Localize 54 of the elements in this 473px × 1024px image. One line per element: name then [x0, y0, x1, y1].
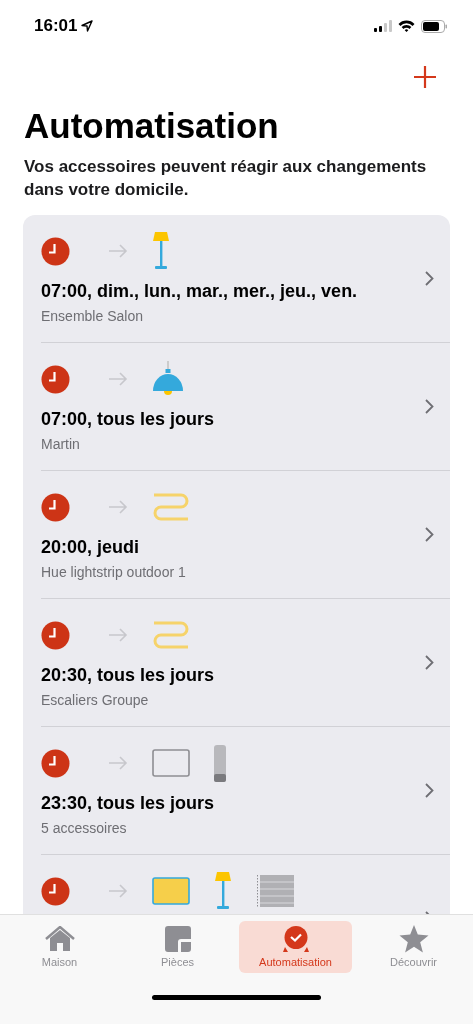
signal-icon: [374, 20, 392, 32]
clock-icon: [41, 620, 70, 650]
automation-row[interactable]: 07:00, tous les jours Martin: [23, 343, 450, 470]
add-button[interactable]: [413, 65, 437, 89]
clock-icon: [41, 364, 70, 394]
automation-row[interactable]: 23:30, tous les jours 5 accessoires: [23, 727, 450, 854]
wifi-icon: [398, 20, 415, 32]
clock-icon: [41, 236, 70, 266]
battery-icon: [421, 19, 448, 33]
automation-accessory: Hue lightstrip outdoor 1: [41, 563, 187, 581]
automation-title: 20:30, tous les jours: [41, 664, 216, 687]
blinds-icon: [256, 874, 294, 908]
star-icon: [398, 925, 429, 953]
automation-title: 20:00, jeudi: [41, 536, 141, 559]
location-icon: [81, 20, 94, 32]
automation-row[interactable]: 20:30, tous les jours Escaliers Groupe: [23, 599, 450, 726]
chevron-icon: [425, 399, 434, 414]
page-title: Automatisation: [23, 105, 280, 147]
arrow-icon: [108, 628, 128, 642]
panel-icon: [152, 877, 190, 905]
clock-icon: [41, 748, 70, 778]
house-icon: [44, 926, 75, 952]
floor-lamp-icon: [152, 232, 170, 270]
automation-row[interactable]: 20:00, jeudi Hue lightstrip outdoor 1: [23, 471, 450, 598]
arrow-icon: [108, 244, 128, 258]
arrow-icon: [108, 756, 128, 770]
page-description: Vos accessoires peuvent réagir aux changements dans votre domicile.: [23, 156, 428, 201]
lightstrip-icon: [152, 621, 190, 649]
chevron-icon: [425, 527, 434, 542]
automation-accessory: Martin: [41, 435, 81, 453]
chevron-icon: [425, 783, 434, 798]
arrow-icon: [108, 372, 128, 386]
tab-button[interactable]: Automatisation: [239, 921, 352, 973]
automation-accessory: Ensemble Salon: [41, 307, 144, 325]
pendant-lamp-icon: [152, 360, 184, 398]
automation-accessory: 5 accessoires: [41, 819, 128, 837]
automation-title: 07:00, dim., lun., mar., mer., jeu., ven.: [41, 280, 359, 303]
arrow-icon: [108, 884, 128, 898]
clock-icon: [41, 876, 70, 906]
automation-clock-icon: [281, 925, 310, 953]
rooms-icon: [164, 926, 191, 952]
status-time: 16:01: [34, 15, 78, 38]
automation-accessory: Escaliers Groupe: [41, 691, 150, 709]
chevron-icon: [425, 655, 434, 670]
floor-lamp-icon: [214, 872, 232, 910]
automation-title: 23:30, tous les jours: [41, 792, 216, 815]
arrow-icon: [108, 500, 128, 514]
chevron-icon: [425, 271, 434, 286]
speaker-icon: [214, 744, 226, 782]
panel-icon: [152, 749, 190, 777]
automation-row[interactable]: 07:00, dim., lun., mar., mer., jeu., ven. Ensemble Salon: [23, 215, 450, 342]
clock-icon: [41, 492, 70, 522]
automation-title: 07:00, tous les jours: [41, 408, 216, 431]
lightstrip-icon: [152, 493, 190, 521]
